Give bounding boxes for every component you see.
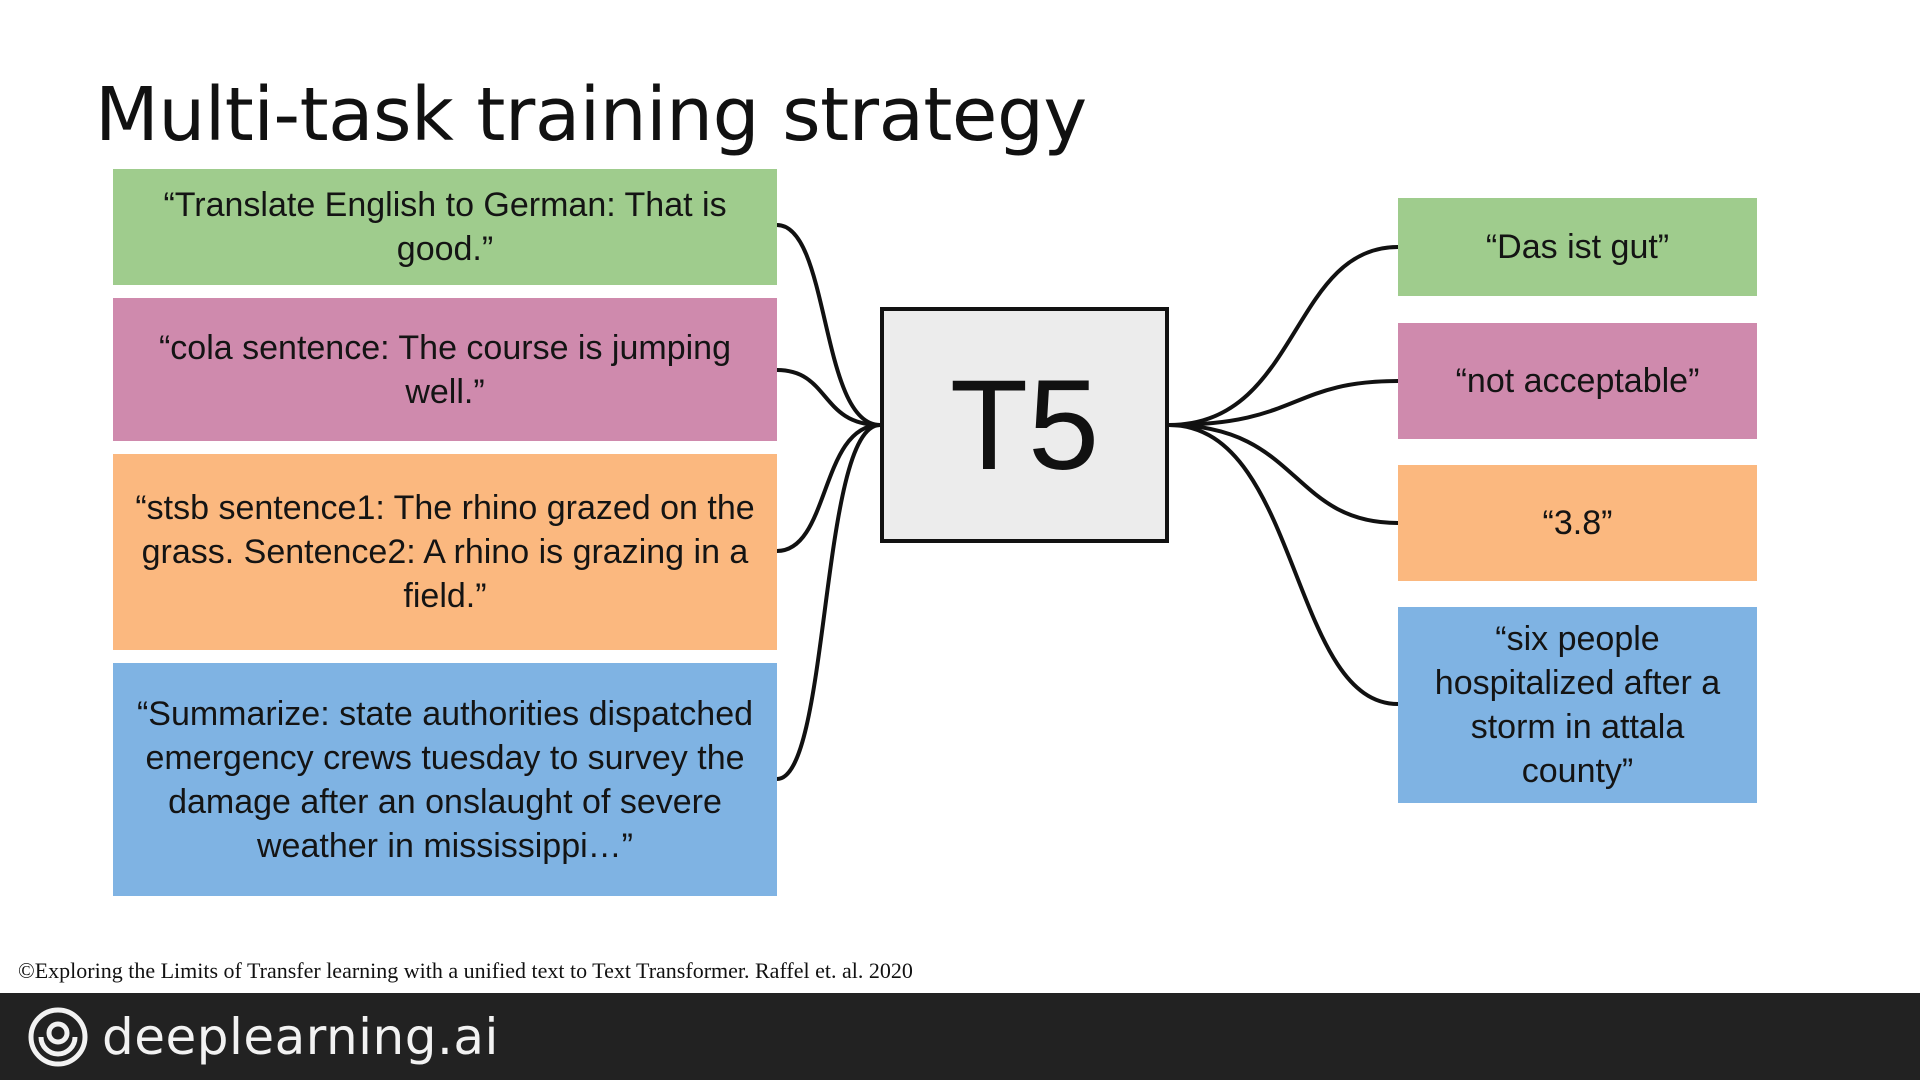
footer-bar: deeplearning.ai xyxy=(0,993,1920,1080)
output-summary: “six people hospitalized after a storm i… xyxy=(1398,607,1757,803)
connector-output-2 xyxy=(1168,379,1399,427)
input-translate: “Translate English to German: That is go… xyxy=(113,169,777,285)
model-label: T5 xyxy=(949,353,1100,497)
connector-output-3 xyxy=(1168,423,1399,525)
deeplearning-logo-icon xyxy=(28,1007,88,1066)
connector-input-2 xyxy=(776,368,881,427)
output-stsb: “3.8” xyxy=(1398,465,1757,581)
output-translation: “Das ist gut” xyxy=(1398,198,1757,296)
connector-output-1 xyxy=(1168,245,1399,427)
connector-input-4 xyxy=(776,423,881,781)
t5-model-box: T5 xyxy=(880,307,1169,543)
input-cola: “cola sentence: The course is jumping we… xyxy=(113,298,777,441)
output-cola: “not acceptable” xyxy=(1398,323,1757,439)
input-summarize: “Summarize: state authorities dispatched… xyxy=(113,663,777,896)
citation: ©Exploring the Limits of Transfer learni… xyxy=(18,958,913,983)
connector-output-4 xyxy=(1168,423,1399,706)
connector-input-1 xyxy=(776,223,881,427)
input-stsb: “stsb sentence1: The rhino grazed on the… xyxy=(113,454,777,650)
page-title: Multi-task training strategy xyxy=(95,72,1087,158)
connector-input-3 xyxy=(776,423,881,553)
brand-name: deeplearning.ai xyxy=(102,1007,499,1066)
